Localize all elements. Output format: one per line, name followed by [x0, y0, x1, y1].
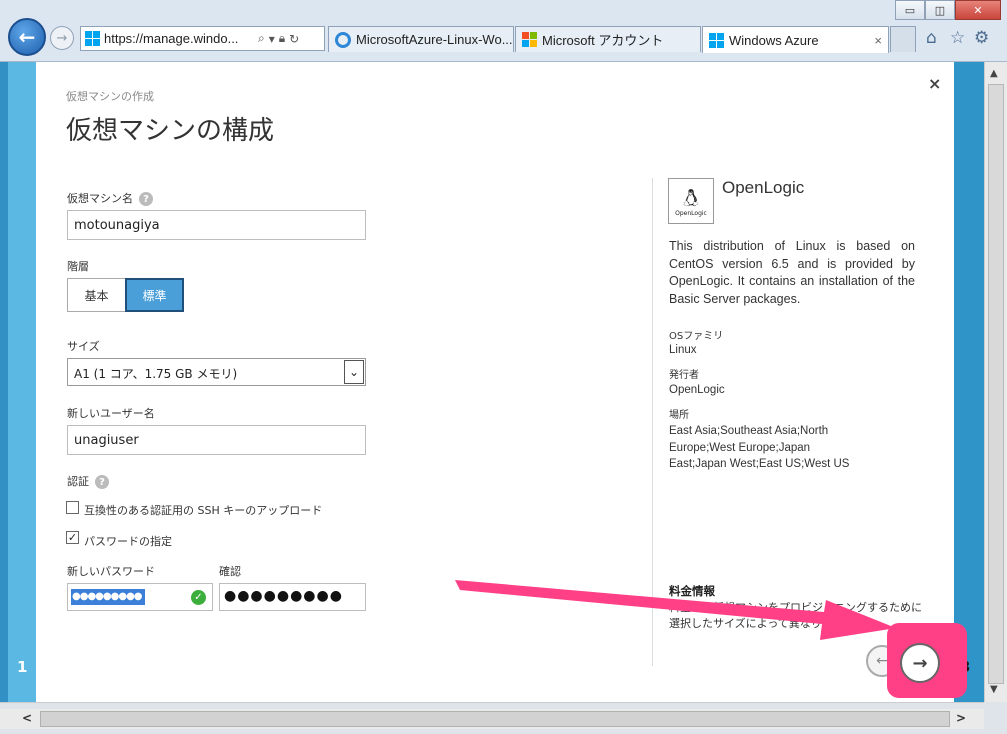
scroll-right-icon[interactable]: > — [956, 711, 966, 725]
scroll-thumb[interactable] — [40, 711, 950, 727]
scroll-up-icon[interactable]: ▲ — [990, 68, 998, 79]
vertical-scrollbar[interactable]: ▲ ▼ — [984, 62, 1007, 702]
scroll-left-icon[interactable]: < — [22, 711, 32, 725]
next-step-button[interactable]: → — [900, 643, 940, 683]
annotation-arrow — [455, 580, 896, 640]
arrow-right-icon: → — [912, 652, 928, 674]
scroll-down-icon[interactable]: ▼ — [990, 684, 998, 695]
arrow-shape — [455, 580, 896, 640]
scrollbar-corner — [984, 702, 1007, 734]
scroll-thumb[interactable] — [988, 84, 1004, 684]
horizontal-scrollbar[interactable]: < > — [0, 702, 984, 734]
